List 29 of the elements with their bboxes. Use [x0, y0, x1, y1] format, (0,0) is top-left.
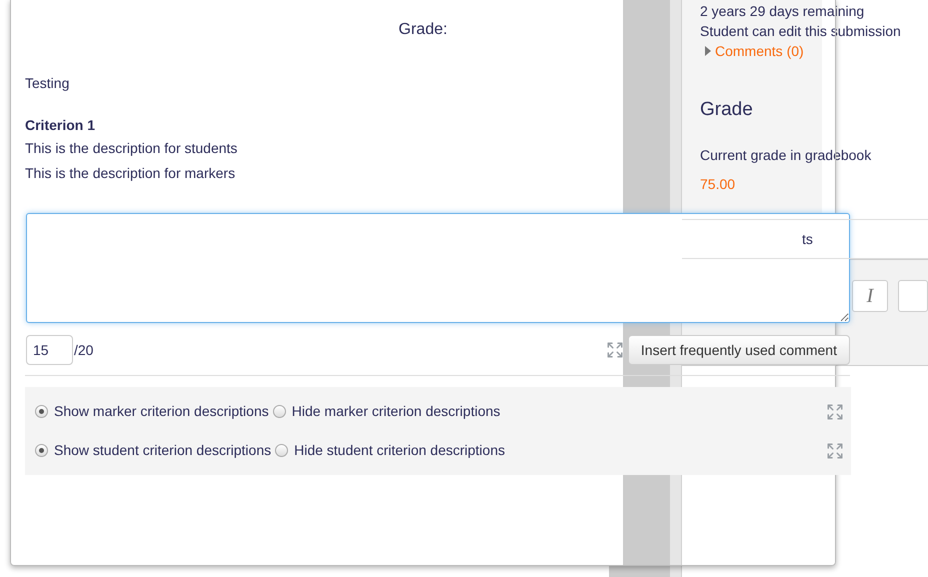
edit-status: Student can edit this submission — [700, 22, 902, 41]
response-text: Testing — [25, 74, 70, 93]
disclosure-icon[interactable] — [705, 46, 711, 56]
dialog-title: Grade: — [398, 20, 448, 40]
expand-icon[interactable] — [826, 402, 844, 420]
criterion-name: Criterion 1 — [25, 116, 96, 135]
radio-button[interactable] — [35, 405, 48, 418]
score-max: /20 — [74, 340, 94, 360]
radio-button[interactable] — [35, 444, 48, 457]
radio-label: Show marker criterion descriptions — [54, 402, 269, 421]
expand-icon[interactable] — [826, 442, 844, 460]
italic-button[interactable]: I — [852, 280, 888, 312]
radio-button[interactable] — [275, 444, 288, 457]
radio-label: Hide marker criterion descriptions — [292, 402, 500, 421]
radio-button[interactable] — [272, 405, 286, 418]
marker-description: This is the description for markers — [25, 164, 236, 183]
student-description: This is the description for students — [25, 139, 238, 158]
grade-heading: Grade — [700, 98, 754, 122]
insert-comment-button[interactable]: Insert frequently used comment — [628, 335, 850, 365]
feedback-textarea[interactable] — [26, 213, 850, 323]
current-grade-label: Current grade in gradebook — [700, 146, 872, 165]
score-input[interactable]: 15 — [26, 335, 73, 365]
current-grade: 75.00 — [700, 175, 736, 194]
radio-label: Show student criterion descriptions — [54, 441, 272, 460]
expand-icon[interactable] — [606, 341, 624, 359]
time-remaining: 2 years 29 days remaining — [700, 2, 866, 21]
field-text: ts — [802, 230, 813, 248]
radio-label: Hide student criterion descriptions — [294, 441, 505, 460]
list-button[interactable] — [898, 280, 928, 312]
